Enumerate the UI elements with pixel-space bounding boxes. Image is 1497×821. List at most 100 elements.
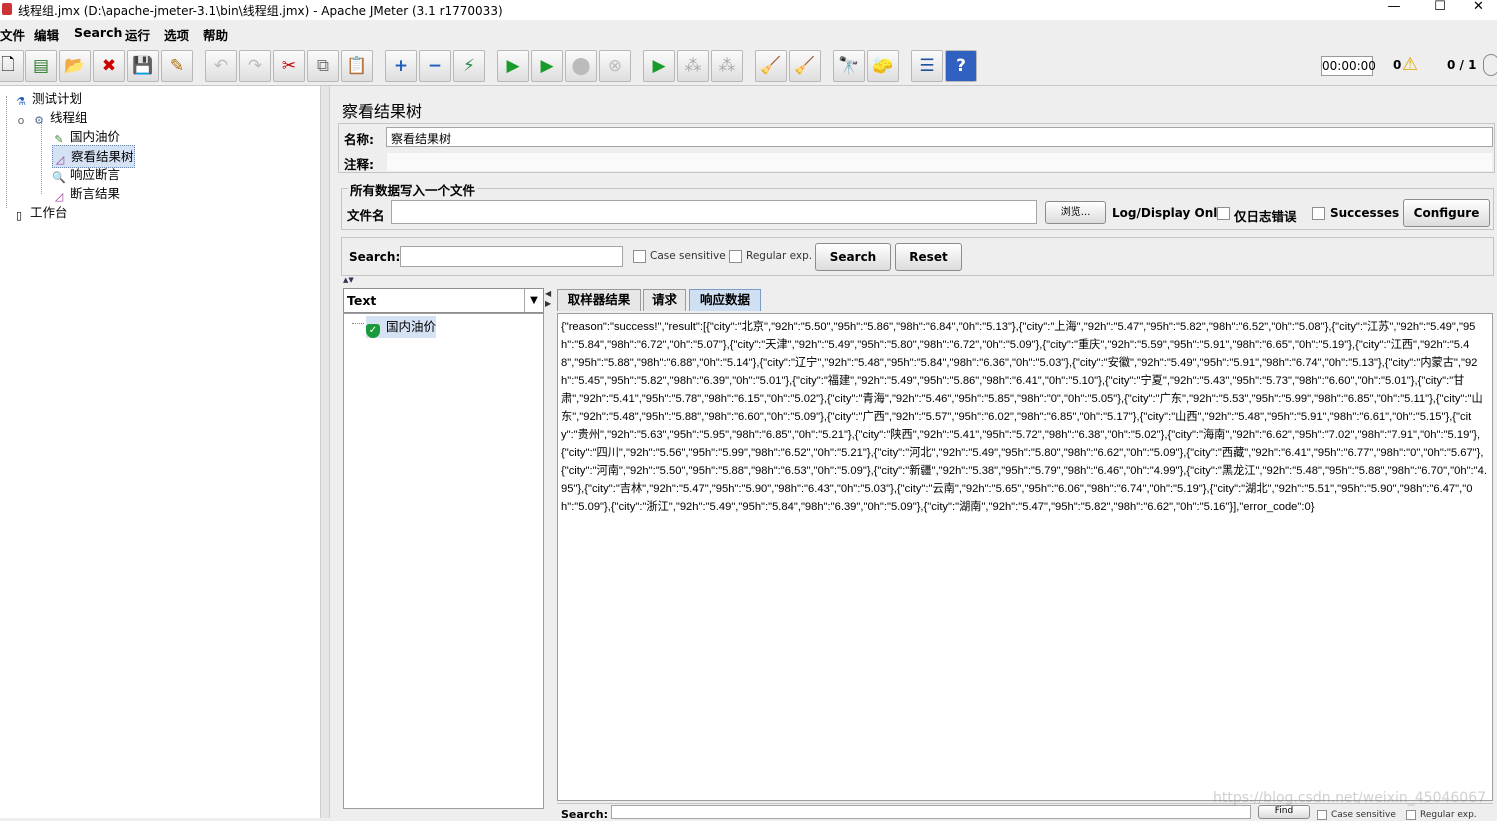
successes-checkbox[interactable]: [1312, 207, 1325, 220]
tree-label: 线程组: [50, 110, 88, 125]
menu-search[interactable]: Search: [74, 25, 122, 40]
warning-icon[interactable]: ⚠: [1402, 54, 1418, 75]
response-regex-checkbox[interactable]: [1406, 810, 1416, 820]
successes-label: Successes: [1330, 206, 1400, 220]
errors-only-label: 仅日志错误: [1234, 209, 1297, 224]
tree-item-workbench[interactable]: ▯ 工作台: [12, 202, 68, 223]
remote-shutdown-icon[interactable]: ⁂: [711, 50, 743, 82]
app-icon: [2, 3, 12, 15]
elapsed-timer: 00:00:00: [1321, 56, 1376, 76]
configure-button[interactable]: Configure: [1403, 199, 1490, 227]
remote-icon: [1483, 54, 1497, 76]
response-regex-label: Regular exp.: [1420, 810, 1477, 820]
expand-icon[interactable]: +: [385, 50, 417, 82]
filename-label: 文件名: [347, 208, 385, 223]
shield-check-icon: ✓: [366, 324, 380, 338]
minimize-button[interactable]: —: [1371, 0, 1417, 20]
divider-arrows-icon[interactable]: ▲▼: [343, 276, 354, 284]
response-case-label: Case sensitive: [1331, 810, 1396, 820]
redo-icon[interactable]: ↷: [239, 50, 271, 82]
help-icon[interactable]: ?: [945, 50, 977, 82]
regex-label: Regular exp.: [746, 250, 813, 262]
save-as-icon[interactable]: ✎: [161, 50, 193, 82]
cut-icon[interactable]: ✂: [273, 50, 305, 82]
tree-label: 察看结果树: [71, 149, 134, 164]
start-no-pauses-icon[interactable]: ▶: [531, 50, 563, 82]
collapse-icon[interactable]: −: [419, 50, 451, 82]
gear-icon: ⚙: [34, 114, 44, 127]
remote-start-icon[interactable]: ▶: [643, 50, 675, 82]
tree-item-thread-group[interactable]: ο ⚙ 线程组: [14, 107, 88, 128]
menu-options[interactable]: 选项: [164, 25, 189, 44]
browse-button[interactable]: 浏览...: [1045, 201, 1106, 224]
response-search-input[interactable]: [611, 805, 1251, 819]
menu-bar: 文件 编辑 Search 运行 选项 帮助: [0, 20, 1497, 44]
search-icon[interactable]: 🔭: [833, 50, 865, 82]
menu-file[interactable]: 文件: [0, 25, 25, 44]
tree-item-response-assertion[interactable]: 🔍 响应断言: [52, 164, 120, 185]
response-body[interactable]: {"reason":"success!","result":[{"city":"…: [557, 313, 1493, 801]
tree-label: 工作台: [30, 205, 68, 220]
copy-icon[interactable]: ⧉: [307, 50, 339, 82]
name-field[interactable]: 察看结果树: [386, 127, 1493, 147]
reset-button[interactable]: Reset: [895, 243, 962, 271]
search-button[interactable]: Search: [815, 243, 891, 271]
tab-sampler-result[interactable]: 取样器结果: [557, 289, 641, 311]
tree-item-test-plan[interactable]: ⚗ 测试计划: [14, 88, 82, 109]
new-icon[interactable]: 🗋: [0, 50, 24, 82]
renderer-value: Text: [347, 293, 377, 308]
maximize-button[interactable]: ☐: [1417, 0, 1463, 20]
reset-search-icon[interactable]: 🧽: [867, 50, 899, 82]
node-toggle-icon[interactable]: ο: [14, 114, 28, 128]
filename-input[interactable]: [391, 200, 1037, 224]
paste-icon[interactable]: 📋: [341, 50, 373, 82]
tree-item-sampler[interactable]: ✎ 国内油价: [52, 126, 120, 147]
response-case-checkbox[interactable]: [1317, 810, 1327, 820]
start-icon[interactable]: ▶: [497, 50, 529, 82]
errors-only-checkbox[interactable]: [1217, 207, 1230, 220]
sample-result-item[interactable]: ✓ 国内油价: [366, 316, 437, 338]
save-icon[interactable]: 💾: [127, 50, 159, 82]
search-input[interactable]: [400, 246, 623, 267]
tab-response-data[interactable]: 响应数据: [689, 289, 761, 311]
menu-edit[interactable]: 编辑: [34, 25, 59, 44]
comment-label: 注释:: [344, 157, 374, 172]
function-helper-icon[interactable]: ☰: [911, 50, 943, 82]
regex-checkbox[interactable]: [729, 250, 742, 263]
menu-run[interactable]: 运行: [125, 25, 150, 44]
clear-all-icon[interactable]: 🧹: [789, 50, 821, 82]
tree-label: 响应断言: [70, 167, 121, 182]
split-arrows-icon[interactable]: ◀ ▶: [545, 289, 551, 309]
sample-label: 国内油价: [386, 319, 437, 334]
tab-request[interactable]: 请求: [643, 289, 686, 311]
case-sensitive-checkbox[interactable]: [633, 250, 646, 263]
undo-icon[interactable]: ↶: [205, 50, 237, 82]
title-bar: 线程组.jmx (D:\apache-jmeter-3.1\bin\线程组.jm…: [0, 0, 1497, 20]
toolbar: 🗋 ▤ 📂 ✖ 💾 ✎ ↶ ↷ ✂ ⧉ 📋 + − ⚡ ▶ ▶ ⬤ ⊗ ▶ ⁂ …: [0, 44, 1497, 86]
shutdown-icon[interactable]: ⊗: [599, 50, 631, 82]
toggle-icon[interactable]: ⚡: [453, 50, 485, 82]
clear-icon[interactable]: 🧹: [755, 50, 787, 82]
search-label: Search:: [349, 250, 401, 264]
comment-field[interactable]: [386, 152, 1493, 172]
stop-icon[interactable]: ⬤: [565, 50, 597, 82]
sample-result-tree: ✓ 国内油价: [343, 313, 544, 809]
menu-help[interactable]: 帮助: [203, 25, 228, 44]
panel-title: 察看结果树: [342, 102, 423, 121]
renderer-select[interactable]: Text ▼: [343, 288, 544, 313]
close-button[interactable]: ✕: [1460, 0, 1497, 20]
open-icon[interactable]: 📂: [59, 50, 91, 82]
tree-item-assertion-results[interactable]: ◿ 断言结果: [52, 183, 120, 204]
warning-count: 0: [1393, 58, 1402, 72]
case-sensitive-label: Case sensitive: [650, 250, 726, 262]
test-plan-tree: ⚗ 测试计划 ο ⚙ 线程组 ✎ 国内油价 ◿ 察看结果树 🔍 响应断言 ◿ 断言结果 ▯ 工作…: [0, 86, 320, 818]
close-file-icon[interactable]: ✖: [93, 50, 125, 82]
remote-stop-icon[interactable]: ⁂: [677, 50, 709, 82]
templates-icon[interactable]: ▤: [25, 50, 57, 82]
file-group-title: 所有数据写入一个文件: [348, 180, 478, 199]
watermark: https://blog.csdn.net/weixin_45046067: [1213, 790, 1487, 806]
tree-label: 国内油价: [70, 129, 121, 144]
chevron-down-icon[interactable]: ▼: [524, 289, 543, 312]
find-button[interactable]: Find: [1258, 805, 1310, 819]
pane-splitter[interactable]: [320, 86, 330, 818]
